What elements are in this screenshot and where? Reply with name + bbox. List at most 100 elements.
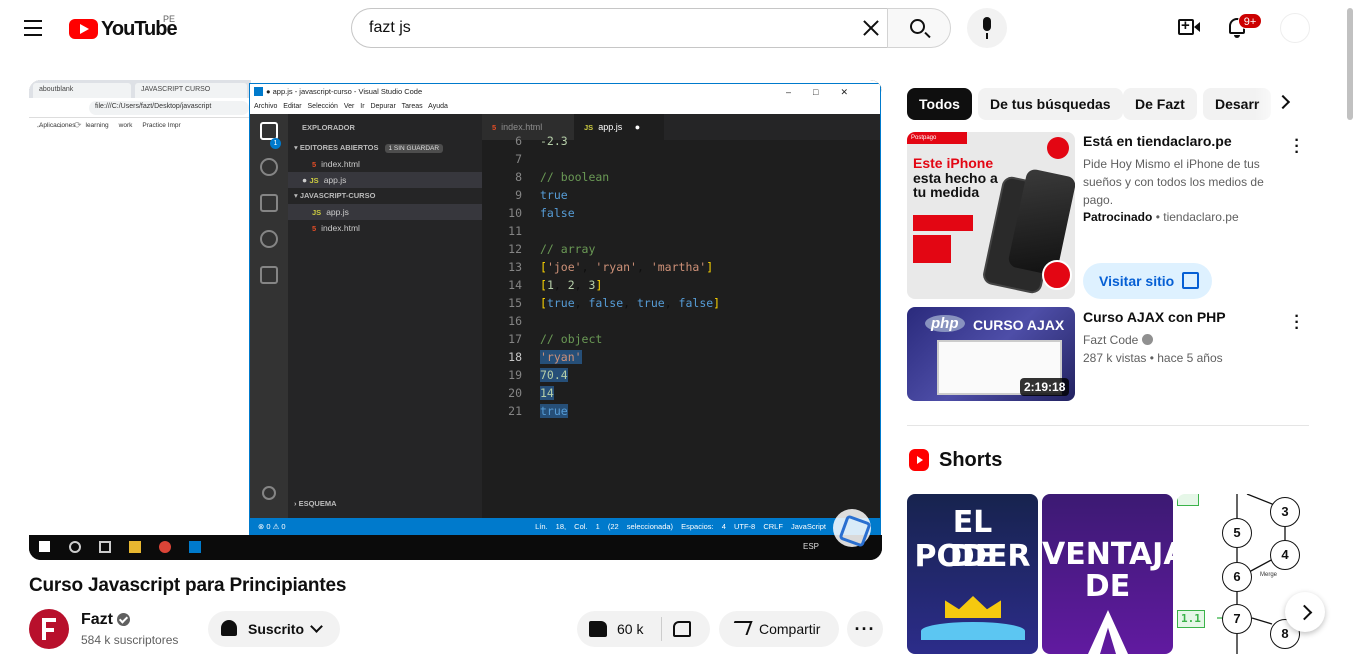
- windows-taskbar: ESP: [29, 535, 882, 560]
- project-header: ▾ JAVASCRIPT-CURSO: [294, 191, 376, 200]
- search-icon: [69, 541, 81, 553]
- mic-icon: [983, 17, 991, 31]
- status-info: Lín. 18, Col. 1 (22 seleccionada) Espaci…: [535, 522, 826, 531]
- more-horizontal-icon: ···: [854, 618, 876, 639]
- code-line: true: [540, 188, 568, 202]
- line-number: 17: [508, 332, 522, 346]
- channel-name[interactable]: Fazt: [81, 611, 113, 629]
- related-stats: 287 k vistas • hace 5 años: [1083, 351, 1223, 365]
- file-item: ● JS app.js: [288, 172, 482, 188]
- subscribe-button[interactable]: Suscrito: [208, 611, 340, 647]
- thumbs-up-icon[interactable]: [589, 621, 607, 637]
- window-controls-icon: –□✕: [786, 87, 870, 97]
- clear-search-icon[interactable]: [859, 16, 883, 40]
- code-line: [1, 2, 3]: [540, 278, 603, 292]
- line-number: 19: [508, 368, 522, 382]
- file-explorer-icon: [129, 541, 141, 553]
- external-link-icon: [1182, 272, 1199, 289]
- ad-thumbnail[interactable]: Postpago Este iPhone esta hecho a tu medid…: [907, 132, 1075, 299]
- short-card[interactable]: 5 3 4 6 7 8 1.1: [1177, 494, 1309, 654]
- short-card[interactable]: VENTAJAS DE: [1042, 494, 1173, 654]
- chip-from-channel[interactable]: De Fazt: [1123, 88, 1197, 120]
- vscode-title: ● app.js - javascript-curso - Visual Stu…: [266, 87, 423, 96]
- line-number: 21: [508, 404, 522, 418]
- chevron-down-icon: [310, 620, 323, 633]
- vscode-logo-icon: [254, 87, 263, 96]
- vscode-window: ● app.js - javascript-curso - Visual Stu…: [249, 83, 881, 535]
- related-video-title[interactable]: Curso AJAX con PHP: [1083, 309, 1226, 325]
- merge-label: Merge: [1260, 572, 1278, 578]
- line-number: 14: [508, 278, 522, 292]
- code-line: 70.4: [540, 368, 568, 382]
- channel-watermark-icon[interactable]: [833, 509, 871, 547]
- page-scrollbar[interactable]: [1345, 0, 1355, 652]
- ad-description: Pide Hoy Mismo el iPhone de tus sueños y…: [1083, 157, 1264, 207]
- outline-header: › ESQUEMA: [294, 499, 337, 508]
- shorts-next-button[interactable]: [1285, 592, 1325, 632]
- country-code: PE: [163, 14, 176, 24]
- code-line: // object: [540, 332, 603, 346]
- search-input[interactable]: [369, 19, 839, 37]
- short-title: VENTAJAS: [1042, 537, 1173, 572]
- vscode-statusbar: ⊗ 0 ⚠ 0 Lín. 18, Col. 1 (22 seleccionada…: [250, 518, 880, 535]
- short-title: DE: [949, 539, 996, 574]
- file-item: JS app.js: [288, 204, 482, 220]
- search-button[interactable]: [887, 8, 951, 48]
- share-icon: [729, 621, 753, 635]
- code-line: [true, false, true, false]: [540, 296, 721, 310]
- vscode-titlebar: ● app.js - javascript-curso - Visual Stu…: [250, 84, 880, 100]
- divider: [907, 425, 1309, 426]
- more-actions-button[interactable]: ···: [847, 611, 883, 647]
- php-logo: php: [925, 315, 965, 332]
- crown-icon: [945, 596, 1001, 618]
- video-player[interactable]: aboutblank JAVASCRIPT CURSO ← → ⟳ file:/…: [29, 80, 882, 560]
- code-line: 14: [540, 386, 554, 400]
- chip-from-searches[interactable]: De tus búsquedas: [978, 88, 1123, 120]
- video-duration: 2:19:18: [1020, 378, 1070, 396]
- notification-badge: 9+: [1238, 13, 1262, 29]
- source-control-icon: [260, 194, 278, 212]
- browser-address-bar: ← → ⟳ file:///C:/Users/fazt/Desktop/java…: [29, 98, 251, 130]
- search-box[interactable]: [351, 8, 888, 48]
- thumb-text: CURSO AJAX: [973, 317, 1065, 333]
- visit-site-button[interactable]: Visitar sitio: [1083, 263, 1212, 299]
- verified-icon: [117, 613, 130, 626]
- html-file-icon: 5: [312, 160, 317, 169]
- more-vertical-icon[interactable]: · · ·: [1290, 309, 1304, 337]
- code-line: false: [540, 206, 575, 220]
- line-number: 6: [515, 134, 522, 148]
- browser-tab: aboutblank: [33, 83, 131, 98]
- related-channel[interactable]: Fazt Code: [1083, 331, 1153, 349]
- channel-avatar[interactable]: [29, 609, 69, 649]
- short-card[interactable]: EL PODER DE: [907, 494, 1038, 654]
- settings-gear-icon: [262, 486, 276, 500]
- video-frame: aboutblank JAVASCRIPT CURSO ← → ⟳ file:/…: [29, 80, 882, 535]
- account-avatar[interactable]: [1280, 13, 1310, 43]
- tree-node: 6: [1222, 562, 1252, 592]
- debug-icon: [260, 230, 278, 248]
- bookmark: work: [118, 121, 133, 129]
- short-title: DE: [1084, 569, 1131, 604]
- scrollbar-thumb[interactable]: [1347, 8, 1353, 120]
- voice-search-button[interactable]: [967, 8, 1007, 48]
- tree-node: 5: [1222, 518, 1252, 548]
- chip-all[interactable]: Todos: [907, 88, 972, 120]
- menu-icon[interactable]: [16, 12, 50, 44]
- editor-tab-active: JS app.js ●: [574, 114, 664, 140]
- share-button[interactable]: Compartir: [719, 611, 839, 647]
- subscriber-count: 584 k suscriptores: [81, 633, 179, 647]
- explorer-title: EXPLORADOR: [302, 123, 355, 132]
- like-dislike-group[interactable]: 60 k: [577, 611, 710, 647]
- code-line: // array: [540, 242, 596, 256]
- thumbs-down-icon[interactable]: [673, 621, 691, 637]
- line-number: 16: [508, 314, 522, 328]
- search-icon: [260, 158, 278, 176]
- ad-title[interactable]: Está en tiendaclaro.pe: [1083, 133, 1232, 149]
- explorer-sidebar: EXPLORADOR ▾ EDITORES ABIERTOS 1 SIN GUAR…: [288, 114, 482, 518]
- create-video-button[interactable]: [1176, 16, 1202, 40]
- ad-thumb-headline: Este iPhone esta hecho a tu medida: [913, 155, 998, 200]
- more-vertical-icon[interactable]: · · ·: [1290, 133, 1304, 161]
- code-line: // boolean: [540, 170, 610, 184]
- browser-url: file:///C:/Users/fazt/Desktop/javascript: [89, 101, 249, 115]
- code-line: ['joe', 'ryan', 'martha']: [540, 260, 714, 274]
